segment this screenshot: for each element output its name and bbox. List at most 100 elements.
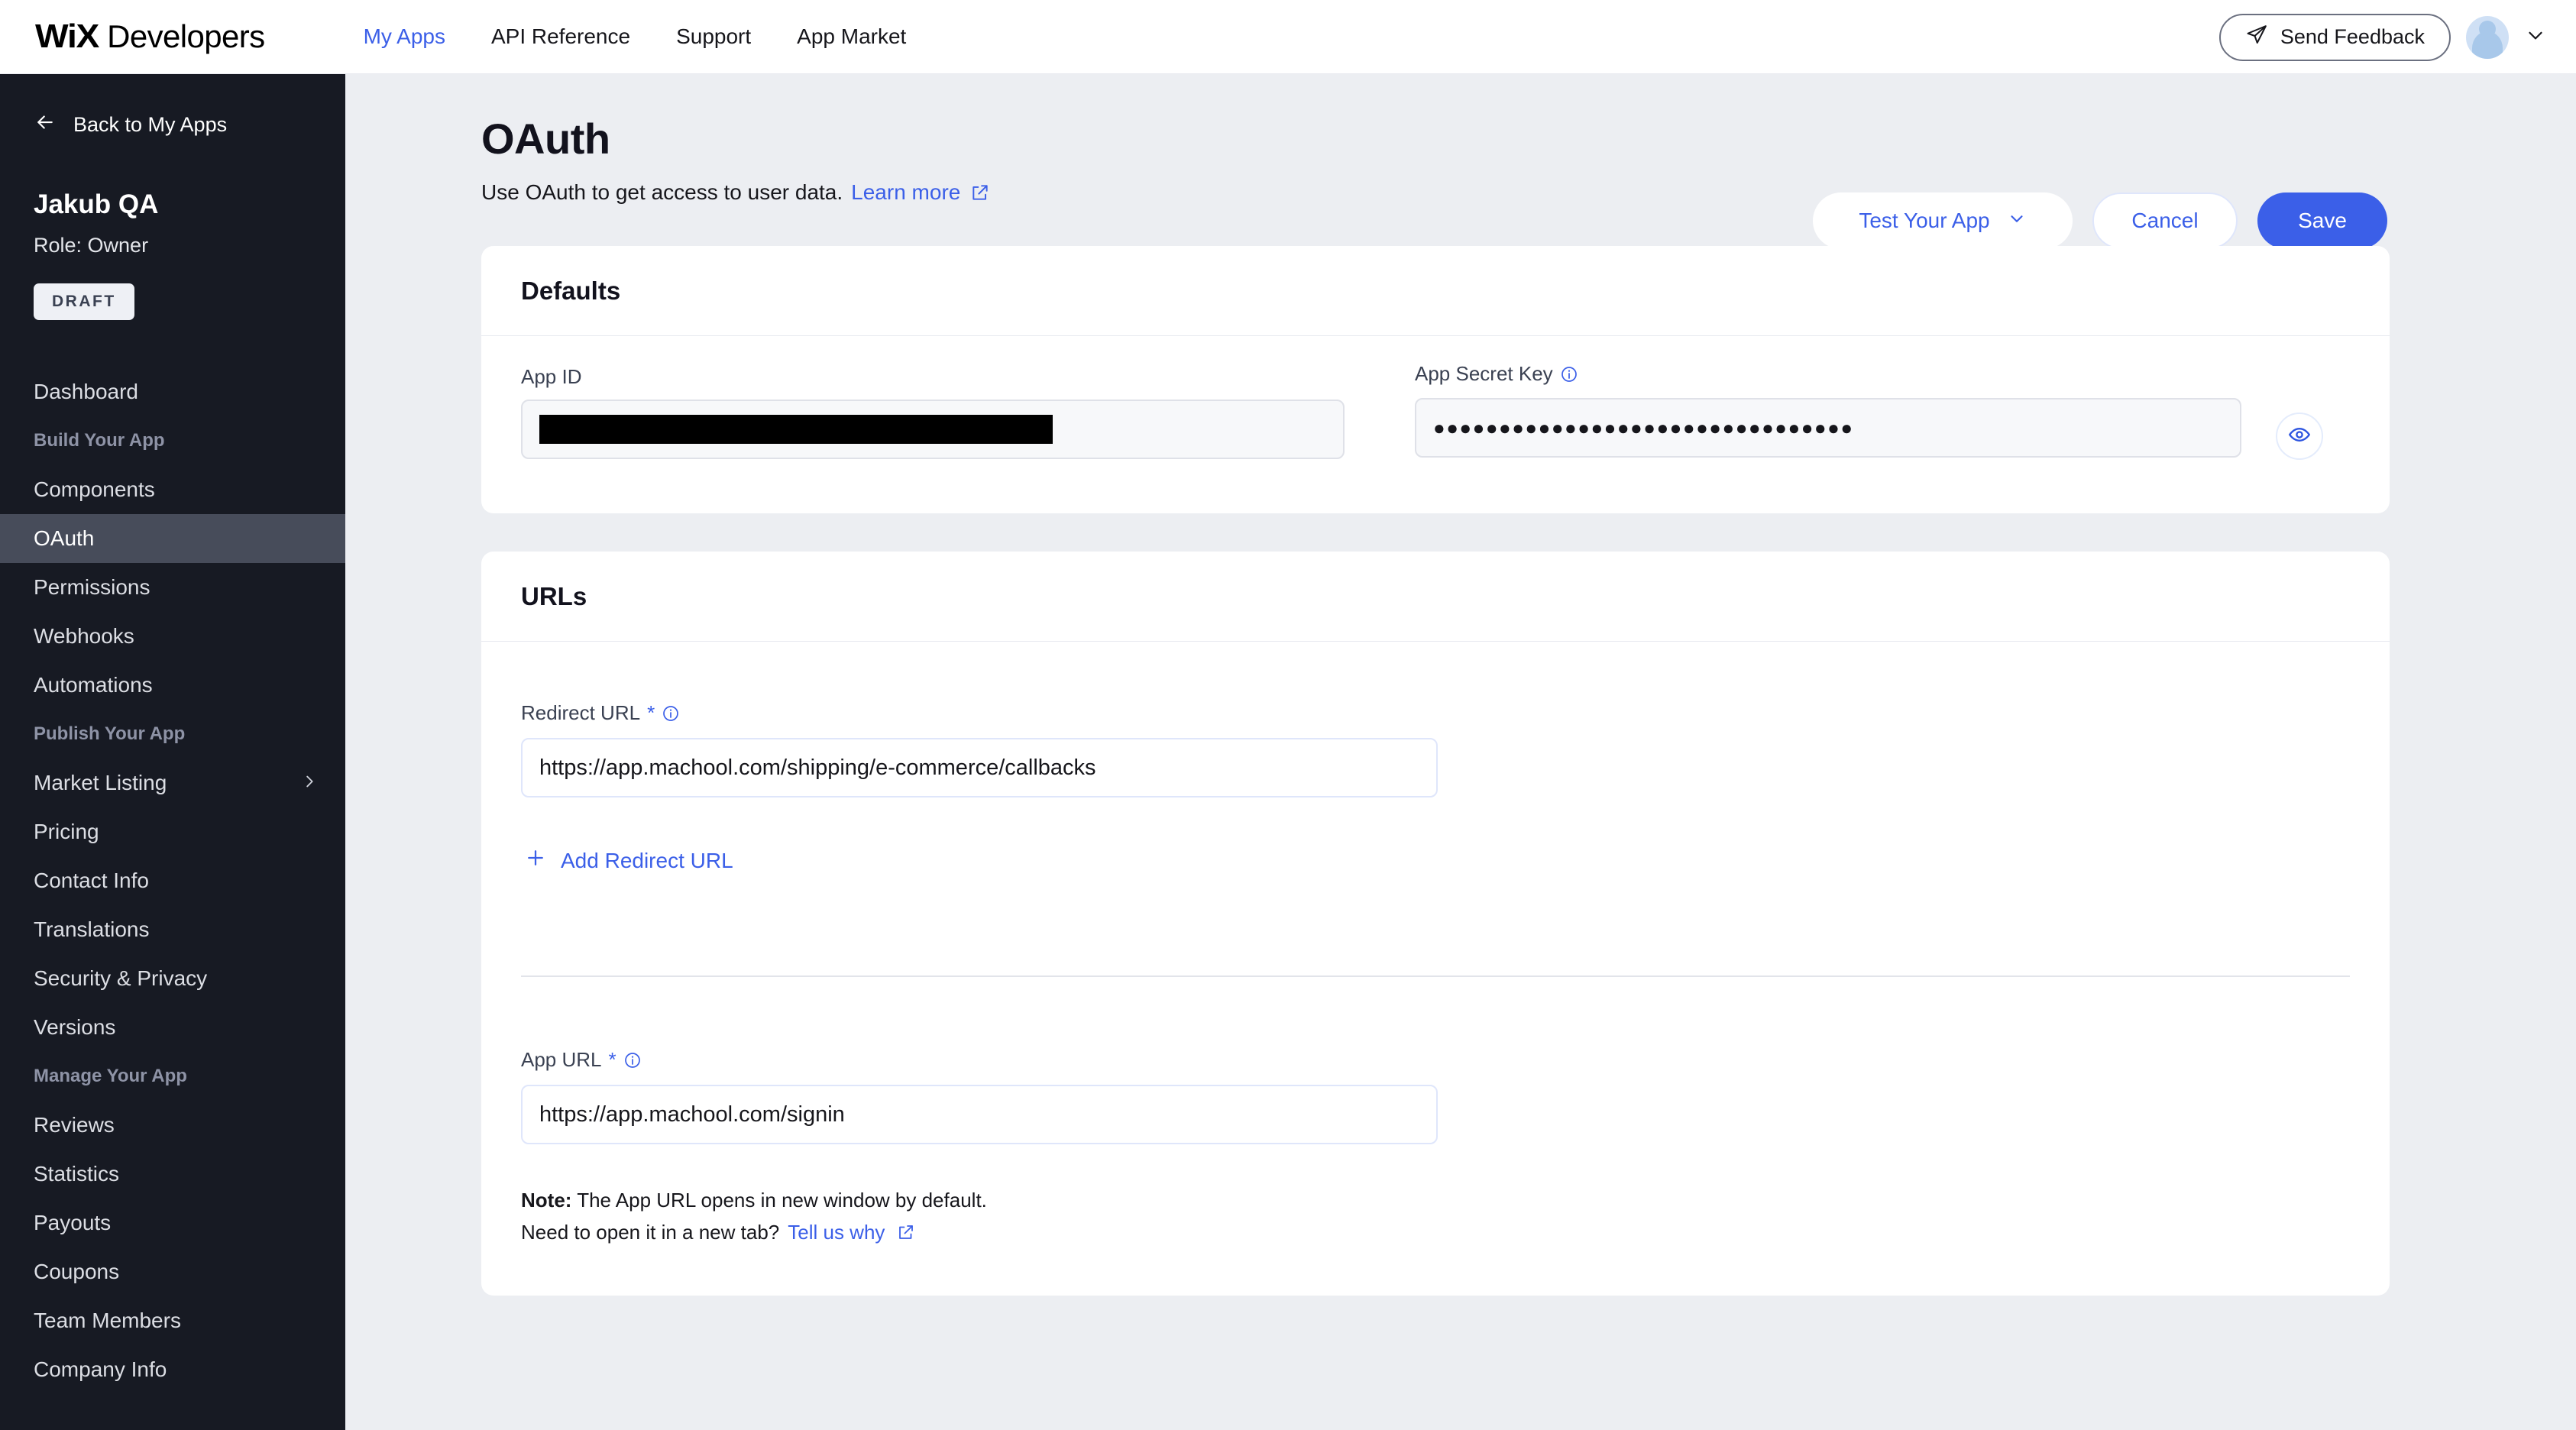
send-feedback-button[interactable]: Send Feedback <box>2218 13 2451 61</box>
sidebar-item-reviews[interactable]: Reviews <box>0 1101 345 1150</box>
save-button[interactable]: Save <box>2257 192 2387 249</box>
sidebar-item-label: Payouts <box>34 1211 112 1234</box>
app-url-label-text: App URL <box>521 1048 602 1071</box>
sidebar-group-manage-your-app: Manage Your App <box>34 1066 187 1086</box>
sidebar-item-dashboard[interactable]: Dashboard <box>0 367 345 416</box>
app-id-redacted-value <box>539 415 1053 444</box>
app-url-input[interactable]: https://app.machool.com/signin <box>521 1085 1438 1144</box>
sidebar-item-label: Security & Privacy <box>34 966 208 990</box>
urls-card: URLs Redirect URL * https://app.machool.… <box>481 552 2390 1296</box>
urls-card-title: URLs <box>481 552 2390 642</box>
sidebar-item-versions[interactable]: Versions <box>0 1003 345 1052</box>
info-icon[interactable] <box>662 704 680 723</box>
sidebar-item-label: Market Listing <box>34 771 167 794</box>
add-redirect-url-label: Add Redirect URL <box>561 848 733 872</box>
app-name: Jakub QA <box>34 189 159 219</box>
sidebar-item-label: Automations <box>34 673 153 697</box>
sidebar-item-label: Webhooks <box>34 624 134 648</box>
sidebar-item-label: Company Info <box>34 1357 167 1381</box>
reveal-secret-button[interactable] <box>2276 412 2323 460</box>
sidebar-item-contact-info[interactable]: Contact Info <box>0 856 345 905</box>
required-marker: * <box>608 1048 616 1071</box>
sidebar-item-label: Reviews <box>34 1113 115 1137</box>
sidebar-item-payouts[interactable]: Payouts <box>0 1199 345 1247</box>
redirect-url-value: https://app.machool.com/shipping/e-comme… <box>539 755 1096 780</box>
topnav-item-api-reference[interactable]: API Reference <box>468 24 653 49</box>
topnav-item-app-market[interactable]: App Market <box>774 24 929 49</box>
sidebar-item-automations[interactable]: Automations <box>0 661 345 710</box>
sidebar-item-pricing[interactable]: Pricing <box>0 807 345 856</box>
redirect-url-label: Redirect URL * <box>521 701 1438 725</box>
info-icon[interactable] <box>623 1051 642 1069</box>
sidebar-item-label: Pricing <box>34 820 99 843</box>
external-link-icon[interactable] <box>897 1223 915 1241</box>
sidebar-group-build-your-app: Build Your App <box>34 430 165 451</box>
cancel-button[interactable]: Cancel <box>2092 192 2238 249</box>
sidebar-item-translations[interactable]: Translations <box>0 905 345 954</box>
sidebar-item-label: Contact Info <box>34 869 149 892</box>
chevron-down-icon <box>2007 209 2027 234</box>
avatar-icon[interactable] <box>2466 15 2509 59</box>
app-id-label-text: App ID <box>521 365 582 388</box>
app-role: Role: Owner <box>34 234 149 257</box>
external-link-icon[interactable] <box>970 183 990 202</box>
sidebar-item-security-privacy[interactable]: Security & Privacy <box>0 954 345 1003</box>
brand-developers-text: Developers <box>107 18 265 54</box>
chevron-right-icon <box>301 772 318 795</box>
sidebar-item-team-members[interactable]: Team Members <box>0 1296 345 1345</box>
app-secret-label: App Secret Key <box>1415 362 2248 386</box>
page-subtitle-text: Use OAuth to get access to user data. <box>481 180 843 204</box>
defaults-card-title: Defaults <box>481 246 2390 336</box>
app-id-input[interactable] <box>521 400 1345 459</box>
sidebar-item-coupons[interactable]: Coupons <box>0 1247 345 1296</box>
sidebar-item-label: Dashboard <box>34 380 138 403</box>
main-content: OAuth Use OAuth to get access to user da… <box>345 74 2576 1430</box>
learn-more-link[interactable]: Learn more <box>851 180 960 205</box>
app-url-label: App URL * <box>521 1048 1438 1072</box>
chevron-down-icon[interactable] <box>2524 24 2547 50</box>
plus-icon <box>524 846 547 875</box>
sidebar-item-components[interactable]: Components <box>0 465 345 514</box>
note-line-2: Need to open it in a new tab? Tell us wh… <box>521 1216 987 1248</box>
sidebar-item-label: Coupons <box>34 1260 120 1283</box>
test-your-app-label: Test Your App <box>1859 209 1990 232</box>
app-secret-value: ●●●●●●●●●●●●●●●●●●●●●●●●●●●●●●●● <box>1433 416 1854 439</box>
redirect-url-input[interactable]: https://app.machool.com/shipping/e-comme… <box>521 738 1438 798</box>
app-url-note: Note: The App URL opens in new window by… <box>521 1184 987 1248</box>
back-link-label: Back to My Apps <box>73 113 228 136</box>
redirect-url-label-text: Redirect URL <box>521 701 641 724</box>
sidebar-item-label: OAuth <box>34 526 95 550</box>
page-header: OAuth Use OAuth to get access to user da… <box>481 114 990 205</box>
app-secret-field-group: App Secret Key ●●●●●●●●●●●●●●●●●●●●●●●●●… <box>1415 362 2248 458</box>
page-title: OAuth <box>481 115 610 163</box>
note-text-1: The App URL opens in new window by defau… <box>571 1189 987 1212</box>
top-navigation: My Apps API Reference Support App Market <box>341 24 930 49</box>
sidebar-item-label: Components <box>34 477 155 501</box>
eye-icon <box>2288 423 2311 450</box>
sidebar-item-oauth[interactable]: OAuth <box>0 514 345 563</box>
tell-us-why-link[interactable]: Tell us why <box>788 1216 885 1248</box>
sidebar-item-webhooks[interactable]: Webhooks <box>0 612 345 661</box>
sidebar: Back to My Apps Jakub QA Role: Owner DRA… <box>0 74 345 1430</box>
status-badge: DRAFT <box>34 283 134 320</box>
topnav-item-my-apps[interactable]: My Apps <box>341 24 468 49</box>
app-secret-input[interactable]: ●●●●●●●●●●●●●●●●●●●●●●●●●●●●●●●● <box>1415 398 2241 458</box>
sidebar-item-permissions[interactable]: Permissions <box>0 563 345 612</box>
sidebar-item-label: Translations <box>34 917 150 941</box>
back-to-my-apps-link[interactable]: Back to My Apps <box>34 111 345 139</box>
app-url-value: https://app.machool.com/signin <box>539 1102 845 1127</box>
info-icon[interactable] <box>1560 365 1578 383</box>
sidebar-item-market-listing[interactable]: Market Listing <box>0 759 345 807</box>
topnav-item-support[interactable]: Support <box>653 24 774 49</box>
app-secret-label-text: App Secret Key <box>1415 362 1553 385</box>
required-marker: * <box>647 701 655 724</box>
brand-logo[interactable]: WiX Developers <box>35 18 265 56</box>
top-bar-right: Send Feedback <box>2218 0 2547 74</box>
test-your-app-button[interactable]: Test Your App <box>1813 192 2073 249</box>
add-redirect-url-button[interactable]: Add Redirect URL <box>524 846 733 875</box>
app-id-label: App ID <box>521 365 1354 389</box>
send-icon <box>2245 24 2268 50</box>
note-prefix: Note: <box>521 1189 572 1212</box>
sidebar-item-company-info[interactable]: Company Info <box>0 1345 345 1394</box>
sidebar-item-statistics[interactable]: Statistics <box>0 1150 345 1199</box>
